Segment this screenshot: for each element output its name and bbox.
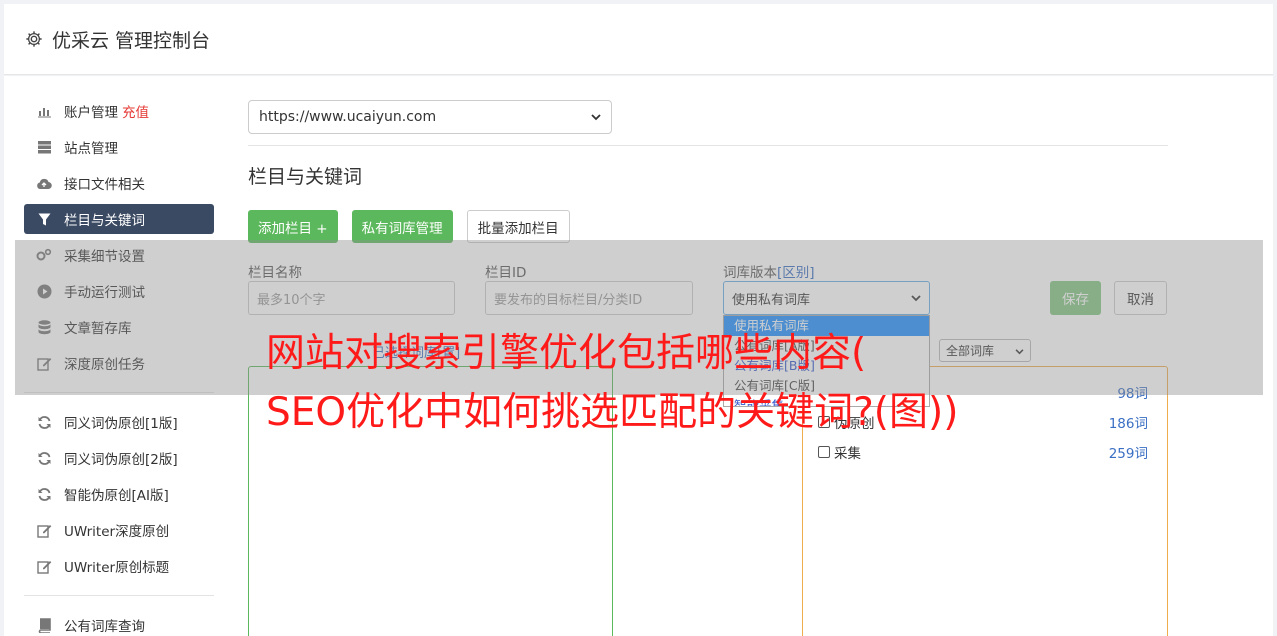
sidebar-item-label: 同义词伪原创[2版]	[64, 452, 178, 468]
sidebar-item-ai-original[interactable]: 智能伪原创[AI版]	[24, 479, 214, 509]
add-column-button[interactable]: 添加栏目 +	[248, 210, 338, 243]
refresh-icon	[36, 450, 52, 466]
lib-count: 259词	[1108, 446, 1148, 462]
sidebar-item-label: 账户管理	[64, 105, 118, 121]
sidebar-item-label: UWriter原创标题	[64, 560, 170, 576]
sidebar-item-label: 公有词库查询	[64, 619, 145, 635]
edit-icon	[36, 522, 52, 538]
sidebar-item-synonym-v2[interactable]: 同义词伪原创[2版]	[24, 443, 214, 473]
sidebar-item-interface[interactable]: 接口文件相关	[24, 168, 214, 198]
refresh-icon	[36, 414, 52, 430]
section-title: 栏目与关键词	[248, 166, 363, 188]
site-select-value: https://www.ucaiyun.com	[259, 109, 437, 125]
main-content: https://www.ucaiyun.com 栏目与关键词 添加栏目 + 私有…	[248, 100, 1168, 243]
recharge-link[interactable]: 充值	[122, 101, 149, 121]
book-icon	[36, 617, 52, 633]
sidebar-item-synonym-v1[interactable]: 同义词伪原创[1版]	[24, 407, 214, 437]
sidebar-item-sites[interactable]: 站点管理	[24, 132, 214, 162]
sidebar-item-label: 智能伪原创[AI版]	[64, 488, 169, 504]
cloud-upload-icon	[36, 175, 52, 191]
bar-chart-icon	[36, 103, 52, 119]
server-icon	[36, 139, 52, 155]
sidebar-item-account[interactable]: 账户管理 充值	[24, 96, 214, 126]
lib-name: 采集	[834, 446, 861, 462]
sidebar-item-label: UWriter深度原创	[64, 524, 170, 540]
sidebar-item-label: 同义词伪原创[1版]	[64, 416, 178, 432]
checkbox[interactable]	[818, 446, 830, 458]
overlay-headline-line1: 网站对搜索引擎优化包括哪些内容(	[266, 331, 867, 376]
header-bar: 优采云 管理控制台	[4, 4, 1273, 75]
sidebar-divider	[24, 595, 214, 596]
sidebar-item-columns-keywords[interactable]: 栏目与关键词	[24, 204, 214, 234]
refresh-icon	[36, 486, 52, 502]
sidebar-item-uwriter-deep[interactable]: UWriter深度原创	[24, 515, 214, 545]
page-title: 优采云 管理控制台	[52, 29, 211, 52]
sidebar-item-label: 接口文件相关	[64, 177, 145, 193]
lib-row-left: 采集	[818, 442, 861, 462]
site-select[interactable]: https://www.ucaiyun.com	[248, 100, 612, 134]
sidebar-item-public-lib[interactable]: 公有词库查询	[24, 610, 214, 636]
sidebar-item-uwriter-title[interactable]: UWriter原创标题	[24, 551, 214, 581]
gear-icon	[24, 29, 44, 49]
overlay-headline-line2: SEO优化中如何挑选匹配的关键词?(图))	[266, 390, 959, 435]
filter-icon	[36, 211, 52, 227]
sidebar-item-label: 栏目与关键词	[64, 213, 145, 229]
divider	[248, 145, 1168, 146]
sidebar-item-label: 站点管理	[64, 141, 118, 157]
action-buttons: 添加栏目 + 私有词库管理 批量添加栏目	[248, 210, 570, 243]
batch-add-button[interactable]: 批量添加栏目	[466, 210, 570, 243]
edit-icon	[36, 558, 52, 574]
lib-row[interactable]: 采集 259词	[818, 442, 1148, 462]
private-lib-button[interactable]: 私有词库管理	[351, 210, 453, 243]
lib-count: 186词	[1108, 416, 1148, 432]
chevron-down-icon	[591, 109, 601, 125]
